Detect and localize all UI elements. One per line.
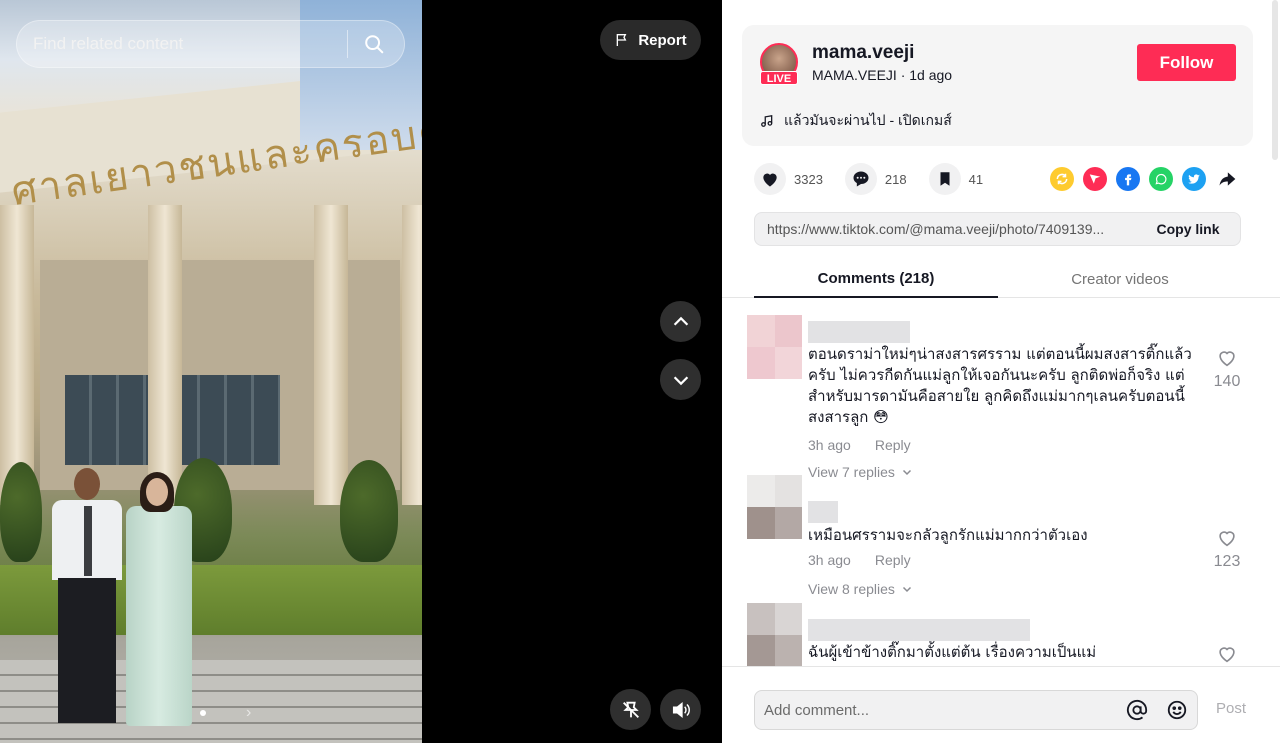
comment-input[interactable] — [755, 701, 1117, 719]
at-sign-icon — [1126, 699, 1148, 721]
floating-mode-button[interactable] — [610, 689, 651, 730]
comment-count: 218 — [884, 171, 907, 187]
comment-text: ฉันผู้เข้าข้างติ๊กมาตั้งแต่ต้น เรื่องควา… — [808, 643, 1097, 661]
tiktok-photo-viewer: ศาลเยาวชนและครอบครัวกลาง Find related co… — [0, 0, 1280, 743]
media-pane: ศาลเยาวชนและครอบครัวกลาง Find related co… — [0, 0, 722, 743]
whatsapp-icon[interactable] — [1149, 167, 1173, 191]
share-link-box: https://www.tiktok.com/@mama.veeji/photo… — [754, 212, 1241, 246]
carousel-next-icon[interactable]: › — [246, 704, 251, 722]
view-replies-button[interactable]: View 7 replies — [808, 464, 913, 480]
flag-icon — [616, 34, 627, 46]
comment-username-blurred[interactable] — [808, 619, 1030, 641]
pin-off-icon — [622, 701, 639, 718]
report-button[interactable]: Report — [600, 20, 701, 60]
comment-text: ตอนดราม่าใหม่ๆน่าสงสารศรราม แต่ตอนนี้ผมส… — [808, 345, 1192, 426]
send-icon[interactable] — [1083, 167, 1107, 191]
facebook-icon[interactable] — [1116, 167, 1140, 191]
author-username[interactable]: mama.veeji — [812, 42, 914, 64]
view-replies-button[interactable]: View 8 replies — [808, 581, 913, 597]
comment-time: 3h ago — [808, 437, 851, 453]
heart-outline-icon — [1219, 647, 1235, 663]
music-note-icon — [761, 114, 773, 127]
comment-like-count: 140 — [1213, 373, 1241, 390]
chevron-down-icon — [673, 375, 688, 385]
post-button[interactable]: Post — [1216, 700, 1246, 717]
heart-icon — [763, 173, 777, 187]
save-count: 41 — [968, 171, 984, 187]
avatar[interactable] — [747, 315, 802, 379]
person-man — [52, 468, 122, 728]
next-post-button[interactable] — [660, 359, 701, 400]
comment-action[interactable]: 218 — [844, 163, 907, 195]
follow-button[interactable]: Follow — [1137, 44, 1236, 81]
reply-button[interactable]: Reply — [875, 437, 911, 453]
carousel-dot[interactable] — [200, 710, 206, 716]
avatar[interactable] — [747, 475, 802, 539]
panel-tabs: Comments (218) Creator videos — [722, 260, 1280, 298]
comment-like[interactable]: 140 — [1210, 347, 1244, 391]
person-woman — [124, 472, 194, 726]
comment-input-box — [754, 690, 1198, 730]
share-link-text[interactable]: https://www.tiktok.com/@mama.veeji/photo… — [755, 221, 1136, 237]
live-badge: LIVE — [760, 71, 798, 85]
search-button[interactable] — [348, 21, 400, 67]
emoji-button[interactable] — [1157, 690, 1197, 730]
search-input[interactable] — [17, 21, 347, 67]
volume-button[interactable] — [660, 689, 701, 730]
comment-time: 3h ago — [808, 552, 851, 568]
previous-post-button[interactable] — [660, 301, 701, 342]
comment-like[interactable] — [1210, 643, 1244, 665]
comment-bubble-icon — [853, 171, 869, 187]
post-time: 1d ago — [909, 67, 953, 83]
comment-username-blurred[interactable] — [808, 501, 838, 523]
comment-username-blurred[interactable] — [808, 321, 910, 343]
tab-comments[interactable]: Comments (218) — [754, 260, 998, 298]
scrollbar[interactable] — [1272, 0, 1278, 160]
report-label: Report — [638, 31, 687, 49]
reply-button[interactable]: Reply — [875, 552, 911, 568]
engagement-bar: 3323 218 41 — [754, 163, 1005, 195]
author-display-name: MAMA.VEEJI — [812, 67, 897, 83]
mention-button[interactable] — [1117, 690, 1157, 730]
music-title: แล้วมันจะผ่านไป - เปิดเกมส์ — [784, 112, 952, 128]
twitter-icon[interactable] — [1182, 167, 1206, 191]
avatar[interactable] — [747, 603, 802, 666]
chevron-down-icon — [902, 469, 911, 476]
share-row — [1050, 167, 1239, 191]
copy-link-button[interactable]: Copy link — [1136, 213, 1240, 245]
comment-meta: 3h ago Reply — [808, 437, 911, 453]
comment-composer: Post — [722, 666, 1280, 743]
carousel-indicator: › — [200, 704, 251, 722]
heart-outline-icon — [1219, 351, 1235, 367]
like-count: 3323 — [794, 171, 823, 187]
comment-like-count: 123 — [1213, 553, 1241, 570]
share-arrow-icon[interactable] — [1215, 167, 1239, 191]
search-bar — [16, 20, 405, 68]
post-photo[interactable]: ศาลเยาวชนและครอบครัวกลาง — [0, 0, 422, 743]
heart-outline-icon — [1219, 531, 1235, 547]
save-action[interactable]: 41 — [928, 163, 984, 195]
comment-meta: 3h ago Reply — [808, 552, 911, 568]
comment-list: ตอนดราม่าใหม่ๆน่าสงสารศรราม แต่ตอนนี้ผมส… — [722, 299, 1280, 666]
like-action[interactable]: 3323 — [754, 163, 823, 195]
chevron-down-icon — [902, 586, 911, 593]
music-link[interactable]: แล้วมันจะผ่านไป - เปิดเกมส์ — [760, 110, 952, 132]
chevron-up-icon — [673, 316, 688, 326]
tab-creator-videos[interactable]: Creator videos — [998, 260, 1242, 298]
comment-text: เหมือนศรรามจะกลัวลูกรักแม่มากกว่าตัวเอง — [808, 526, 1088, 544]
repost-icon[interactable] — [1050, 167, 1074, 191]
view-replies-label: View 8 replies — [808, 581, 895, 597]
author-card: LIVE mama.veeji MAMA.VEEJI · 1d ago Foll… — [742, 25, 1253, 146]
view-replies-label: View 7 replies — [808, 464, 895, 480]
search-icon — [365, 35, 384, 54]
bookmark-icon — [940, 172, 950, 186]
details-panel: LIVE mama.veeji MAMA.VEEJI · 1d ago Foll… — [722, 0, 1280, 743]
comment-like[interactable]: 123 — [1210, 527, 1244, 571]
author-subline: MAMA.VEEJI · 1d ago — [812, 67, 953, 83]
emoji-icon — [1167, 700, 1187, 720]
volume-icon — [672, 701, 690, 718]
